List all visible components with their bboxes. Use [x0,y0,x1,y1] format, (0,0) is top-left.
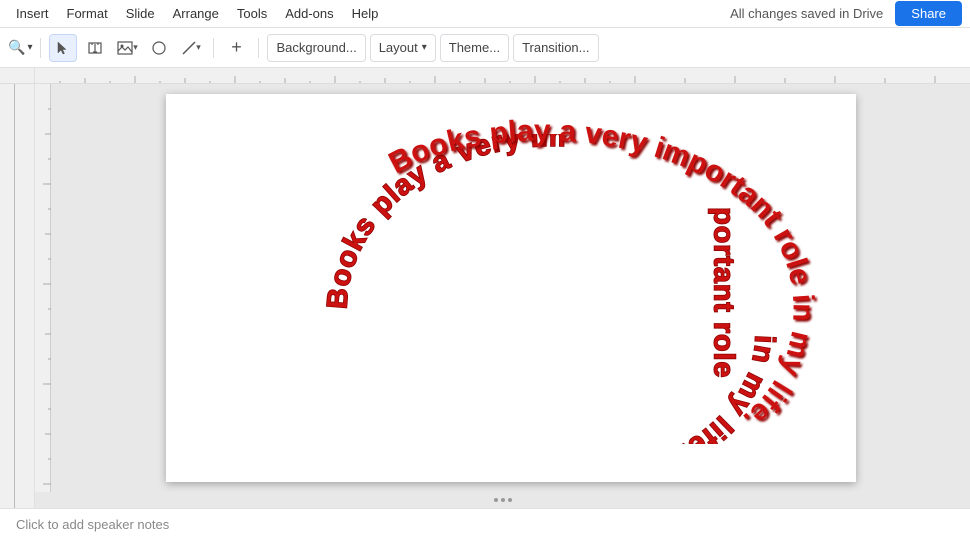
zoom-icon: 🔍 [8,39,25,56]
textbox-icon [88,41,102,55]
speaker-notes[interactable]: Click to add speaker notes [0,508,970,540]
zoom-control[interactable]: 🔍 ▾ [8,39,32,56]
menu-insert[interactable]: Insert [8,2,57,25]
svg-text:Books play a very important ro: Books play a very important role in my l… [383,114,819,436]
layout-label: Layout [379,40,418,55]
left-ruler [0,84,34,508]
textbox-tool-button[interactable] [81,34,109,62]
ruler-svg [35,68,970,84]
separator-3 [258,38,259,58]
slide[interactable]: Books play a very im portant role in my … [166,94,856,482]
line-tool-button[interactable]: ▾ [177,34,205,62]
scroll-dot-1 [494,498,498,502]
main-area: Books play a very im portant role in my … [0,68,970,508]
save-status: All changes saved in Drive [730,6,883,21]
add-button[interactable]: + [222,34,250,62]
left-vertical-ruler [35,84,51,492]
line-arrow: ▾ [196,42,201,53]
menu-tools[interactable]: Tools [229,2,275,25]
cursor-icon [56,41,70,55]
slide-panel [0,68,35,508]
separator-1 [40,38,41,58]
transition-button[interactable]: Transition... [513,34,598,62]
menu-bar: Insert Format Slide Arrange Tools Add-on… [0,0,970,28]
menu-arrange[interactable]: Arrange [165,2,227,25]
separator-2 [213,38,214,58]
corner-ruler [0,68,34,84]
scroll-indicator [35,492,970,508]
slide-canvas-container: Books play a very im portant role in my … [51,84,970,492]
main-text-svg: Books play a very important role in my l… [166,94,856,482]
menu-help[interactable]: Help [344,2,387,25]
share-button[interactable]: Share [895,1,962,26]
slide-content-area: Books play a very im portant role in my … [35,84,970,492]
theme-button[interactable]: Theme... [440,34,509,62]
layout-arrow-icon: ▾ [422,42,427,53]
speaker-notes-placeholder: Click to add speaker notes [16,517,169,532]
image-icon [117,41,133,55]
zoom-arrow: ▾ [27,42,32,53]
vertical-ruler-svg [35,84,51,492]
image-arrow: ▾ [133,42,138,53]
scroll-dot-3 [508,498,512,502]
menu-format[interactable]: Format [59,2,116,25]
menu-slide[interactable]: Slide [118,2,163,25]
shape-icon [152,41,166,55]
top-ruler [35,68,970,84]
menu-addons[interactable]: Add-ons [277,2,341,25]
scroll-dot-2 [501,498,505,502]
shape-tool-button[interactable] [145,34,173,62]
toolbar: 🔍 ▾ ▾ [0,28,970,68]
image-tool-button[interactable]: ▾ [113,34,141,62]
editing-area: Books play a very im portant role in my … [35,68,970,508]
select-tool-button[interactable] [49,34,77,62]
line-icon [182,41,196,55]
layout-button[interactable]: Layout ▾ [370,34,436,62]
background-button[interactable]: Background... [267,34,365,62]
